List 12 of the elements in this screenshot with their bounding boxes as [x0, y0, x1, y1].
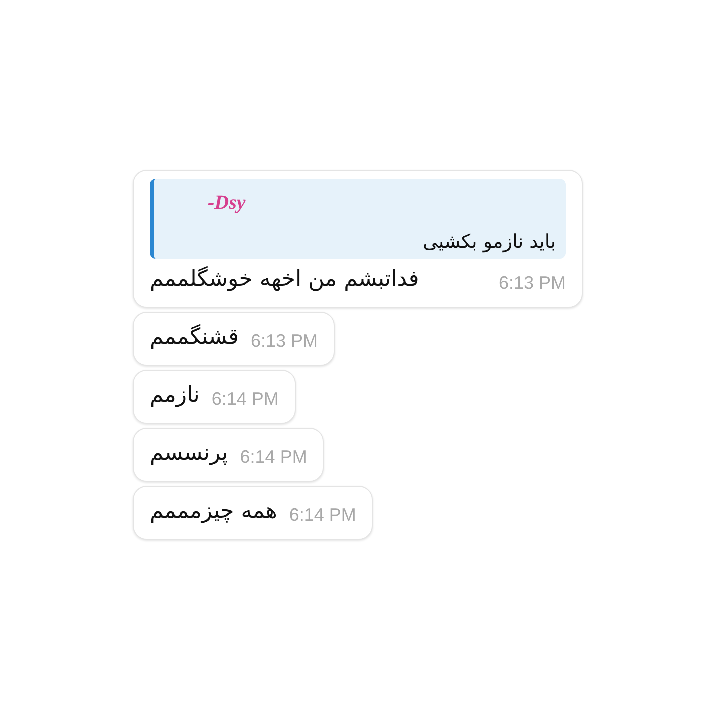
message-text: قشنگممم	[150, 323, 240, 352]
message-time: 6:14 PM	[240, 446, 308, 469]
message-text: فداتبشم من اخهه خوشگلممم	[150, 265, 420, 294]
message-time: 6:13 PM	[251, 330, 318, 353]
message-text: پرنسسم	[150, 440, 228, 468]
message-time: 6:14 PM	[212, 388, 279, 411]
message-time: 6:14 PM	[289, 504, 356, 527]
message-text: نازمم	[150, 382, 200, 410]
message-text: همه چیزمممم	[150, 498, 278, 526]
message-time: 6:13 PM	[498, 272, 566, 295]
reply-sender: -Dsy	[208, 193, 246, 213]
quoted-text: باید نازمو بکشیی	[423, 231, 556, 255]
